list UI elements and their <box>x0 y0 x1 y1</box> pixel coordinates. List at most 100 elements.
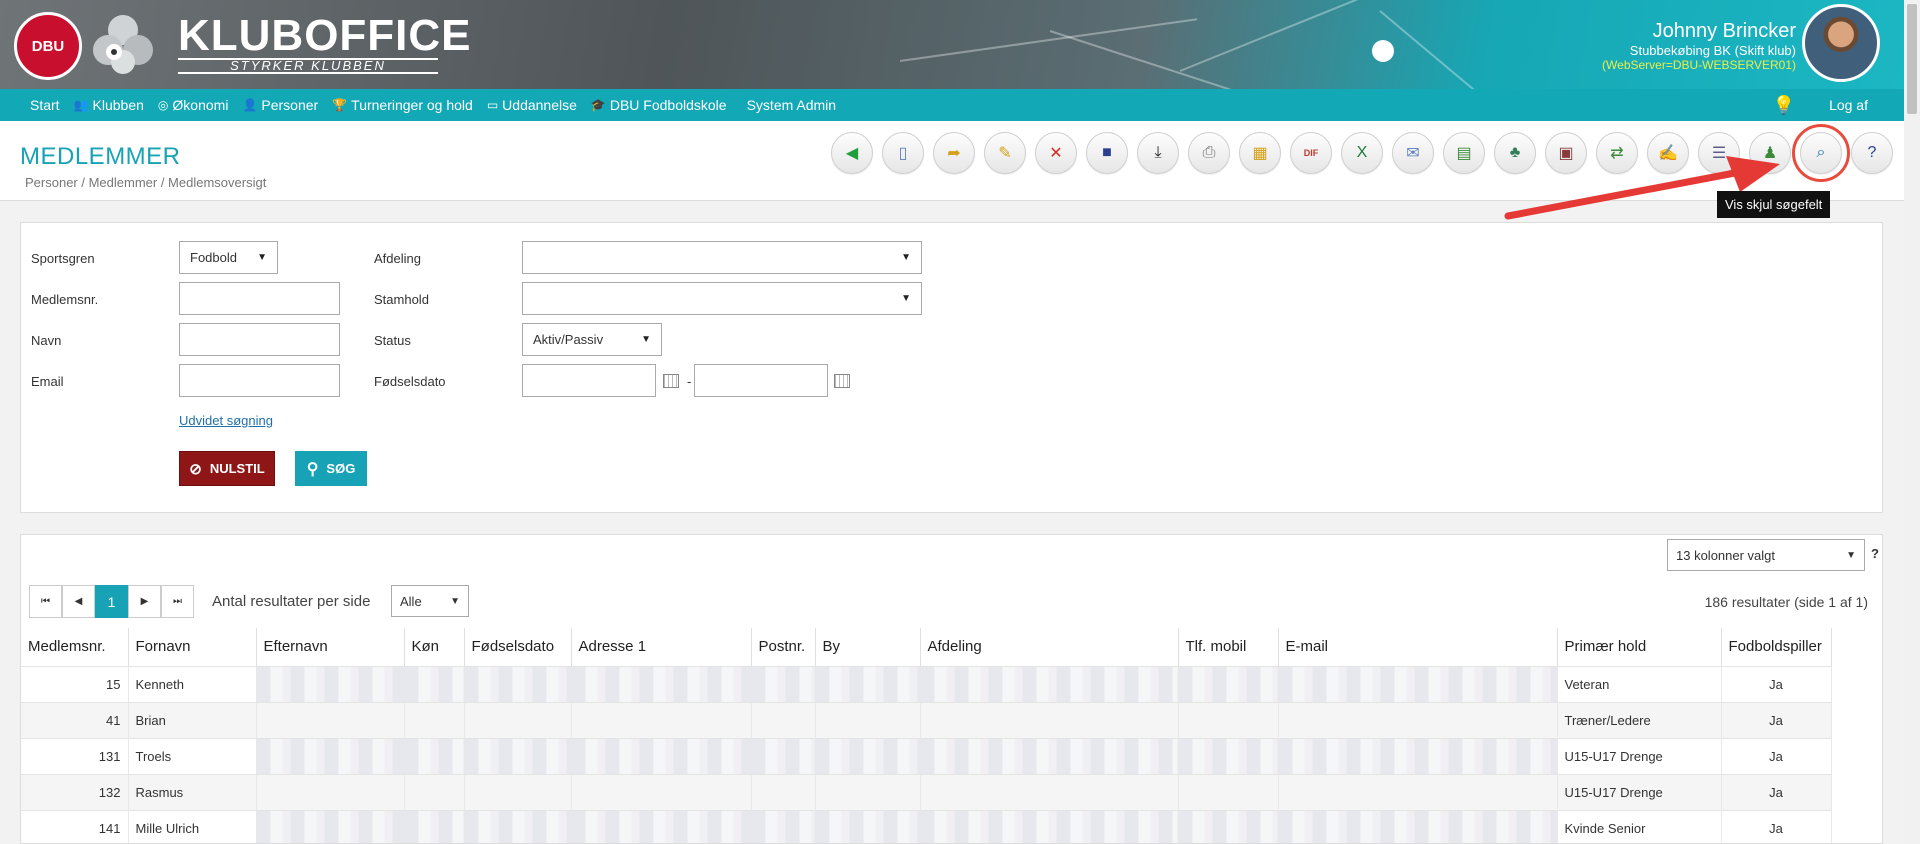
reset-button[interactable]: ⊘ NULSTIL <box>179 451 275 486</box>
cell-redacted <box>404 737 465 774</box>
sportsgren-select[interactable]: Fodbold ▼ <box>179 241 278 274</box>
calendar-icon[interactable] <box>663 374 679 388</box>
nav-label: System Admin <box>746 97 837 113</box>
board-icon: ▭ <box>486 98 499 112</box>
page-1-button[interactable]: 1 <box>95 585 128 618</box>
lightbulb-icon[interactable]: 💡 <box>1773 95 1795 116</box>
search-button[interactable]: ⚲ SØG <box>295 451 367 486</box>
calendar-icon[interactable] <box>834 374 850 388</box>
person-icon: 👤 <box>242 98 258 112</box>
scrollbar-thumb[interactable] <box>1907 4 1917 114</box>
medlemsnr-input[interactable] <box>179 282 340 315</box>
columns-help[interactable]: ? <box>1871 546 1879 561</box>
next-page-button[interactable]: ▶ <box>128 585 161 618</box>
nav-klubben[interactable]: 👥 Klubben <box>74 97 144 113</box>
cell-redacted <box>751 665 816 702</box>
nav-start[interactable]: Start <box>30 97 60 113</box>
column-header[interactable]: Primær hold <box>1557 628 1722 666</box>
column-header[interactable]: Afdeling <box>920 628 1179 666</box>
table-button[interactable]: ▦ <box>1239 132 1281 174</box>
cell-redacted <box>571 665 752 702</box>
delete-button[interactable]: ✕ <box>1035 132 1077 174</box>
table-row[interactable]: 131 Troels U15-U17 Drenge Ja <box>21 737 1832 774</box>
column-header[interactable]: Fodboldspiller <box>1721 628 1832 666</box>
cell-redacted <box>464 665 572 702</box>
email-input[interactable] <box>179 364 340 397</box>
cell-fornavn: Troels <box>128 737 257 774</box>
excel-icon: X <box>1356 144 1368 161</box>
nav-personer[interactable]: 👤 Personer <box>242 97 318 113</box>
column-header[interactable]: Fornavn <box>128 628 257 666</box>
stamhold-select[interactable]: ▼ <box>522 282 922 315</box>
help-button[interactable]: ? <box>1851 132 1893 174</box>
avatar[interactable] <box>1802 4 1880 82</box>
cell-redacted <box>571 737 752 774</box>
nav-fodboldskole[interactable]: 🎓 DBU Fodboldskole <box>591 97 727 113</box>
dif-button[interactable]: DIF <box>1290 132 1332 174</box>
edit-folder-button[interactable]: ✎ <box>984 132 1026 174</box>
nav-turneringer[interactable]: 🏆 Turneringer og hold <box>332 97 473 113</box>
email-button[interactable]: ✉ <box>1392 132 1434 174</box>
open-folder-button[interactable]: ➦ <box>933 132 975 174</box>
print-button[interactable]: ⎙ <box>1188 132 1230 174</box>
new-document-icon: ▯ <box>898 145 908 162</box>
cell-redacted <box>256 665 405 702</box>
table-row[interactable]: 141 Mille Ulrich Kvinde Senior Ja <box>21 809 1832 843</box>
table-header-row: Medlemsnr. Fornavn Efternavn Køn Fødselsdato… <box>21 628 1832 666</box>
navn-input[interactable] <box>179 323 340 356</box>
search-toggle-button[interactable]: ⌕ <box>1792 124 1850 182</box>
dbu-logo[interactable]: DBU <box>14 12 82 80</box>
column-header[interactable]: Efternavn <box>256 628 405 666</box>
cell-redacted <box>1278 773 1558 810</box>
report-button[interactable]: ▤ <box>1443 132 1485 174</box>
nav-system-admin[interactable]: System Admin <box>747 97 836 113</box>
download-button[interactable]: ⤓ <box>1137 132 1179 174</box>
email-icon: ✉ <box>1406 145 1420 162</box>
column-header[interactable]: Køn <box>404 628 465 666</box>
advanced-search-link[interactable]: Udvidet søgning <box>179 413 273 428</box>
column-header[interactable]: By <box>815 628 921 666</box>
nav-okonomi[interactable]: ◎ Økonomi <box>158 97 229 113</box>
table-row[interactable]: 41 Brian Træner/Ledere Ja <box>21 701 1832 738</box>
nav-label: DBU Fodboldskole <box>609 97 727 113</box>
last-page-button[interactable]: ⏭ <box>161 585 194 618</box>
last-page-icon: ⏭ <box>173 596 182 607</box>
prev-page-button[interactable]: ◀ <box>62 585 95 618</box>
columns-select[interactable]: 13 kolonner valgt ▼ <box>1667 539 1865 571</box>
column-header[interactable]: Postnr. <box>751 628 816 666</box>
per-page-label: Antal resultater per side <box>212 593 371 610</box>
cell-redacted <box>920 809 1179 843</box>
per-page-select[interactable]: Alle ▼ <box>391 585 469 617</box>
save-button[interactable]: ■ <box>1086 132 1128 174</box>
column-header[interactable]: Fødselsdato <box>464 628 572 666</box>
back-button[interactable]: ◀ <box>831 132 873 174</box>
date-to-input[interactable] <box>694 364 828 397</box>
date-from-input[interactable] <box>522 364 656 397</box>
column-header[interactable]: Adresse 1 <box>571 628 752 666</box>
page-scrollbar[interactable] <box>1904 0 1920 844</box>
table-row[interactable]: 15 Kenneth Veteran Ja <box>21 665 1832 702</box>
cell-redacted <box>256 773 405 810</box>
afdeling-select[interactable]: ▼ <box>522 241 922 274</box>
logout-link[interactable]: Log af <box>1829 97 1868 113</box>
table-row[interactable]: 132 Rasmus U15-U17 Drenge Ja <box>21 773 1832 810</box>
new-document-button[interactable]: ▯ <box>882 132 924 174</box>
cell-primaer-hold: Veteran <box>1557 665 1722 702</box>
cell-redacted <box>815 665 921 702</box>
switch-club-link[interactable]: Stubbekøbing BK (Skift klub) <box>1630 43 1796 58</box>
cell-fornavn: Rasmus <box>128 773 257 810</box>
column-header[interactable]: Tlf. mobil <box>1178 628 1279 666</box>
column-header[interactable]: E-mail <box>1278 628 1558 666</box>
nav-label: Klubben <box>92 97 144 113</box>
nav-uddannelse[interactable]: ▭ Uddannelse <box>487 97 577 113</box>
cell-fornavn: Brian <box>128 701 257 738</box>
cell-redacted <box>920 665 1179 702</box>
graduation-icon: 🎓 <box>590 98 606 112</box>
column-header[interactable]: Medlemsnr. <box>21 628 129 666</box>
status-select[interactable]: Aktiv/Passiv ▼ <box>522 323 662 356</box>
sportsgren-label: Sportsgren <box>31 251 95 266</box>
trophy-icon: 🏆 <box>332 98 348 112</box>
first-page-button[interactable]: ⏮ <box>29 585 62 618</box>
user-name[interactable]: Johnny Brincker <box>1653 20 1796 43</box>
excel-button[interactable]: X <box>1341 132 1383 174</box>
